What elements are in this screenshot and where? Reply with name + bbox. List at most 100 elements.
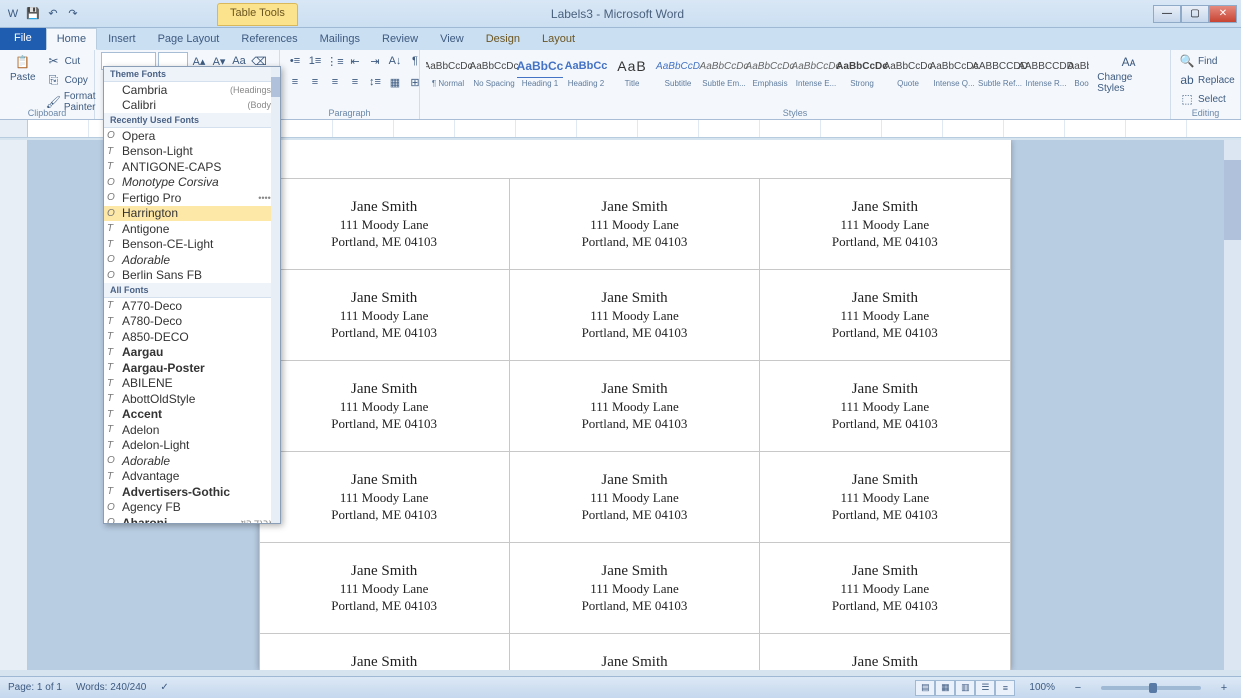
full-screen-view[interactable]: ▦: [935, 680, 955, 696]
label-cell[interactable]: Jane Smith111 Moody LanePortland, ME 041…: [760, 361, 1010, 452]
font-option[interactable]: TAccent: [104, 407, 280, 423]
tab-references[interactable]: References: [230, 28, 308, 50]
justify-icon[interactable]: ≡: [346, 73, 364, 91]
zoom-in-icon[interactable]: +: [1215, 679, 1233, 697]
print-layout-view[interactable]: ▤: [915, 680, 935, 696]
zoom-level[interactable]: 100%: [1029, 682, 1055, 693]
font-option[interactable]: OBerlin Sans FB: [104, 268, 280, 284]
increase-indent-icon[interactable]: ⇥: [366, 52, 384, 70]
tab-home[interactable]: Home: [46, 28, 97, 50]
font-option[interactable]: OAharoniאבגד הוז: [104, 515, 280, 524]
font-option[interactable]: OAgency FB: [104, 500, 280, 516]
label-cell[interactable]: Jane Smith111 Moody LanePortland, ME 041…: [760, 452, 1010, 543]
font-option[interactable]: TA780-Deco: [104, 314, 280, 330]
font-option[interactable]: OOpera: [104, 128, 280, 144]
label-cell[interactable]: Jane Smith111 Moody LanePortland, ME 041…: [760, 543, 1010, 634]
label-cell[interactable]: Jane Smith111 Moody LanePortland, ME 041…: [509, 179, 759, 270]
font-option[interactable]: TAdelon-Light: [104, 438, 280, 454]
draft-view[interactable]: ≡: [995, 680, 1015, 696]
styles-gallery[interactable]: AaBbCcDc¶ NormalAaBbCcDcNo SpacingAaBbCc…: [426, 52, 1089, 90]
paste-button[interactable]: 📋 Paste: [6, 52, 40, 85]
style-item[interactable]: AaBbCcDcBook Title: [1070, 52, 1089, 90]
label-cell[interactable]: Jane Smith111 Moody LanePortland, ME 041…: [259, 543, 509, 634]
scrollbar-thumb[interactable]: [271, 77, 280, 97]
save-icon[interactable]: 💾: [24, 5, 42, 23]
font-option[interactable]: TANTIGONE-CAPS: [104, 159, 280, 175]
multilevel-icon[interactable]: ⋮≡: [326, 52, 344, 70]
numbering-icon[interactable]: 1≡: [306, 52, 324, 70]
style-item[interactable]: AABBCCDDIntense R...: [1024, 52, 1068, 90]
label-cell[interactable]: Jane Smith111 Moody LanePortland, ME 041…: [509, 634, 759, 671]
style-item[interactable]: AaBbCcDcStrong: [840, 52, 884, 90]
bullets-icon[interactable]: •≡: [286, 52, 304, 70]
font-option[interactable]: TABILENE: [104, 376, 280, 392]
align-left-icon[interactable]: ≡: [286, 73, 304, 91]
line-spacing-icon[interactable]: ↕≡: [366, 73, 384, 91]
dropdown-scrollbar[interactable]: [271, 67, 280, 523]
font-option[interactable]: TA850-DECO: [104, 329, 280, 345]
shading-icon[interactable]: ▦: [386, 73, 404, 91]
style-item[interactable]: AaBbCcDcSubtle Em...: [702, 52, 746, 90]
tab-layout[interactable]: Layout: [531, 28, 586, 50]
zoom-thumb[interactable]: [1149, 683, 1157, 693]
style-item[interactable]: AaBTitle: [610, 52, 654, 90]
font-option[interactable]: OAdorable: [104, 453, 280, 469]
font-option[interactable]: OMonotype Corsiva: [104, 175, 280, 191]
replace-button[interactable]: abReplace: [1177, 71, 1237, 89]
label-cell[interactable]: Jane Smith111 Moody LanePortland, ME 041…: [760, 179, 1010, 270]
style-item[interactable]: AaBbCcDcEmphasis: [748, 52, 792, 90]
font-option[interactable]: TBenson-CE-Light: [104, 237, 280, 253]
font-option[interactable]: Calibri(Body): [104, 98, 280, 114]
label-cell[interactable]: Jane Smith111 Moody LanePortland, ME 041…: [259, 179, 509, 270]
tab-review[interactable]: Review: [371, 28, 429, 50]
zoom-out-icon[interactable]: −: [1069, 679, 1087, 697]
cut-button[interactable]: ✂Cut: [44, 52, 99, 70]
font-option[interactable]: TAbottOldStyle: [104, 391, 280, 407]
change-styles-button[interactable]: Aᴀ Change Styles: [1093, 52, 1164, 96]
style-item[interactable]: AaBbCcDc¶ Normal: [426, 52, 470, 90]
font-dropdown[interactable]: Theme Fonts Cambria(Headings)Calibri(Bod…: [103, 66, 281, 524]
page[interactable]: Jane Smith111 Moody LanePortland, ME 041…: [259, 140, 1011, 670]
sort-icon[interactable]: A↓: [386, 52, 404, 70]
label-cell[interactable]: Jane Smith111 Moody LanePortland, ME 041…: [509, 452, 759, 543]
maximize-button[interactable]: ▢: [1181, 5, 1209, 23]
font-option[interactable]: TAargau-Poster: [104, 360, 280, 376]
vertical-scrollbar[interactable]: [1224, 140, 1241, 670]
close-button[interactable]: ✕: [1209, 5, 1237, 23]
label-cell[interactable]: Jane Smith111 Moody LanePortland, ME 041…: [760, 634, 1010, 671]
redo-icon[interactable]: ↷: [64, 5, 82, 23]
status-words[interactable]: Words: 240/240: [76, 682, 146, 693]
zoom-slider[interactable]: [1101, 686, 1201, 690]
tab-design[interactable]: Design: [475, 28, 531, 50]
font-option[interactable]: TBenson-Light: [104, 144, 280, 160]
font-option[interactable]: OHarrington: [104, 206, 280, 222]
web-layout-view[interactable]: ▥: [955, 680, 975, 696]
label-cell[interactable]: Jane Smith111 Moody LanePortland, ME 041…: [760, 270, 1010, 361]
copy-button[interactable]: ⎘Copy: [44, 71, 99, 89]
font-option[interactable]: TAargau: [104, 345, 280, 361]
font-option[interactable]: TAdvantage: [104, 469, 280, 485]
tab-file[interactable]: File: [0, 28, 46, 50]
tab-mailings[interactable]: Mailings: [309, 28, 371, 50]
scrollbar-thumb[interactable]: [1224, 160, 1241, 240]
label-cell[interactable]: Jane Smith111 Moody LanePortland, ME 041…: [509, 361, 759, 452]
style-item[interactable]: AaBbCcDcQuote: [886, 52, 930, 90]
status-page[interactable]: Page: 1 of 1: [8, 682, 62, 693]
style-item[interactable]: AaBbCcHeading 1: [518, 52, 562, 90]
style-item[interactable]: AaBbCcDcIntense Q...: [932, 52, 976, 90]
font-option[interactable]: TA770-Deco: [104, 298, 280, 314]
style-item[interactable]: AaBbCcDcIntense E...: [794, 52, 838, 90]
style-item[interactable]: AaBbCcDSubtitle: [656, 52, 700, 90]
outline-view[interactable]: ☰: [975, 680, 995, 696]
align-right-icon[interactable]: ≡: [326, 73, 344, 91]
tab-page-layout[interactable]: Page Layout: [147, 28, 231, 50]
tab-view[interactable]: View: [429, 28, 475, 50]
vertical-ruler[interactable]: [0, 140, 28, 670]
label-cell[interactable]: Jane Smith111 Moody LanePortland, ME 041…: [259, 361, 509, 452]
label-cell[interactable]: Jane Smith111 Moody LanePortland, ME 041…: [509, 543, 759, 634]
font-option[interactable]: OFertigo Pro•••••: [104, 190, 280, 206]
spelling-icon[interactable]: ✓: [160, 682, 168, 693]
font-option[interactable]: TAntigone: [104, 221, 280, 237]
style-item[interactable]: AaBbCcHeading 2: [564, 52, 608, 90]
font-option[interactable]: OAdorable: [104, 252, 280, 268]
